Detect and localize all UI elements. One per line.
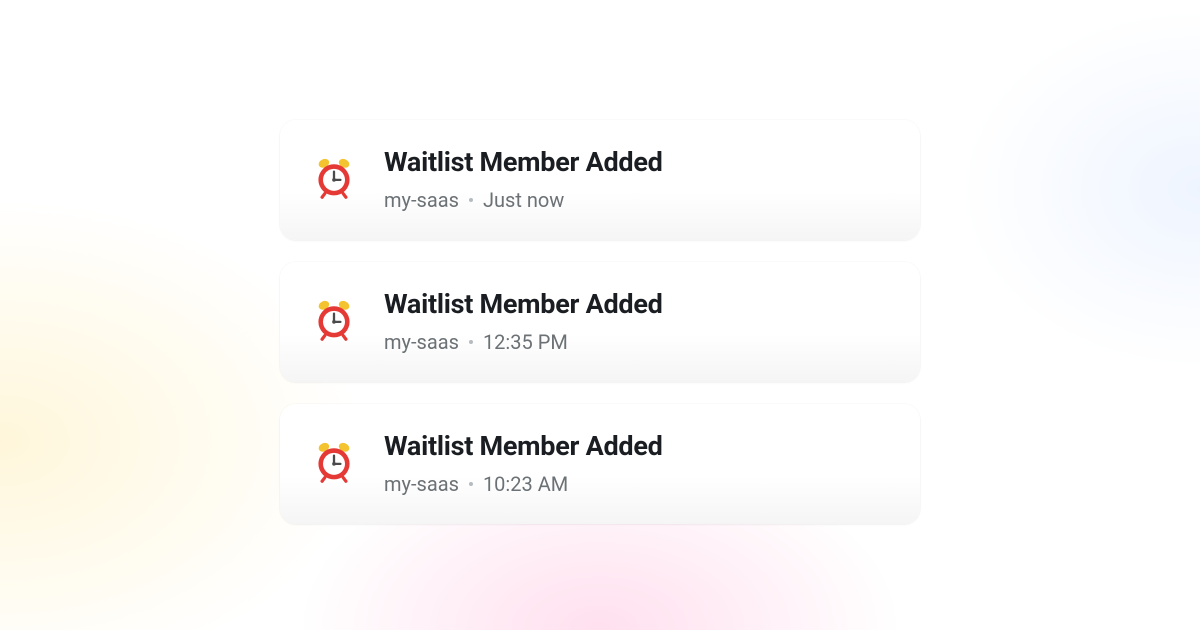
alarm-clock-icon bbox=[310, 154, 358, 202]
notification-content: Waitlist Member Added my-saas 12:35 PM bbox=[384, 288, 890, 354]
separator-dot bbox=[469, 340, 473, 344]
notification-time: Just now bbox=[483, 188, 564, 212]
notification-card[interactable]: Waitlist Member Added my-saas 10:23 AM bbox=[280, 404, 920, 524]
notification-title: Waitlist Member Added bbox=[384, 146, 890, 178]
notification-time: 10:23 AM bbox=[483, 472, 568, 496]
notification-title: Waitlist Member Added bbox=[384, 430, 890, 462]
notification-source: my-saas bbox=[384, 472, 459, 496]
notification-meta: my-saas 12:35 PM bbox=[384, 330, 890, 354]
notifications-list: Waitlist Member Added my-saas Just now bbox=[280, 120, 920, 524]
notification-source: my-saas bbox=[384, 188, 459, 212]
notification-meta: my-saas Just now bbox=[384, 188, 890, 212]
notification-time: 12:35 PM bbox=[483, 330, 568, 354]
notification-content: Waitlist Member Added my-saas Just now bbox=[384, 146, 890, 212]
notification-card[interactable]: Waitlist Member Added my-saas Just now bbox=[280, 120, 920, 240]
alarm-clock-icon bbox=[310, 438, 358, 486]
separator-dot bbox=[469, 198, 473, 202]
alarm-clock-icon bbox=[310, 296, 358, 344]
notification-meta: my-saas 10:23 AM bbox=[384, 472, 890, 496]
separator-dot bbox=[469, 482, 473, 486]
notification-source: my-saas bbox=[384, 330, 459, 354]
notification-title: Waitlist Member Added bbox=[384, 288, 890, 320]
notification-content: Waitlist Member Added my-saas 10:23 AM bbox=[384, 430, 890, 496]
notification-card[interactable]: Waitlist Member Added my-saas 12:35 PM bbox=[280, 262, 920, 382]
